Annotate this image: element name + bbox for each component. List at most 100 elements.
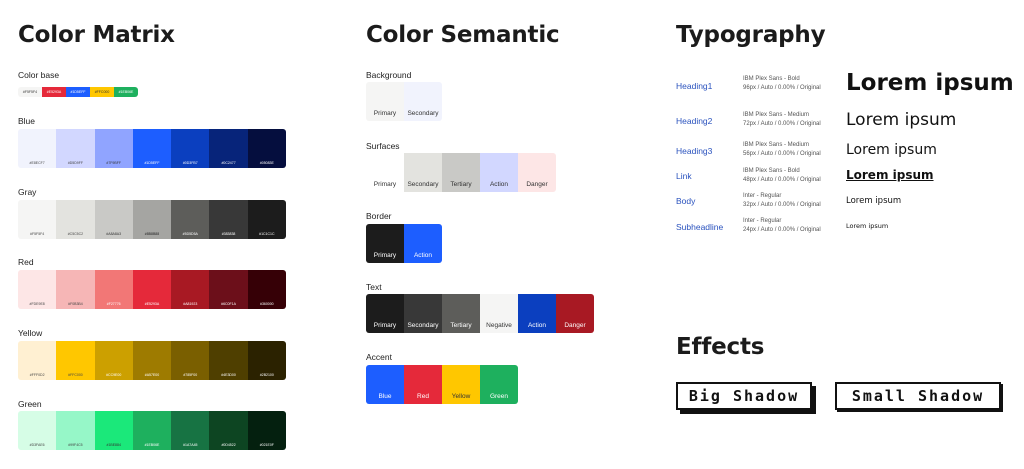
type-meta: Inter - Regular 24px / Auto / 0.00% / Or…	[743, 217, 821, 235]
semantic-swatch: Yellow	[442, 365, 480, 404]
semantic-swatch-label: Negative	[486, 322, 512, 329]
typography-title: Typography	[676, 22, 826, 48]
semantic-swatch: Secondary	[404, 82, 442, 121]
swatch-code: #99F4C5	[68, 443, 83, 447]
semantic-swatch: Negative	[480, 294, 518, 333]
type-spec: 48px / Auto / 0.00% / Original	[743, 177, 821, 183]
ramp-label: Blue	[18, 116, 36, 126]
type-spec: 32px / Auto / 0.00% / Original	[743, 202, 821, 208]
semantic-swatch: Primary	[366, 224, 404, 263]
color-swatch: #E8ECF7	[18, 129, 57, 168]
swatch-code: #FFF0D2	[29, 373, 45, 377]
color-swatch: #99F4C5	[56, 411, 95, 450]
semantic-group-label: Surfaces	[366, 141, 400, 151]
swatch-code: #E5293A	[144, 302, 160, 306]
semantic-swatch-label: Yellow	[451, 393, 471, 400]
color-swatch: #2B2100	[247, 341, 286, 380]
type-font: IBM Plex Sans - Bold	[743, 168, 800, 174]
base-swatch: #F5F5F4	[18, 87, 42, 97]
color-swatch: #1D5EFF	[132, 129, 172, 168]
swatch-code: #1BE884	[106, 443, 121, 447]
swatch-code: #6C0F1A	[221, 302, 236, 306]
semantic-swatch-label: Action	[413, 252, 433, 259]
semantic-swatch-label: Tertiary	[450, 181, 472, 188]
type-name[interactable]: Link	[676, 171, 692, 181]
ramp-gray: #F5F5F4 #C5C5C2 #A8A8A3 #8B8B88 #5D5D5A #3838…	[18, 200, 286, 239]
color-swatch: #7F9BFF	[94, 129, 133, 168]
type-sample-link[interactable]: Lorem ipsum	[846, 168, 934, 182]
color-swatch: #1C1C1C	[247, 200, 286, 239]
color-swatch: #FFC000	[56, 341, 95, 380]
swatch-code: #1A7A45	[183, 443, 198, 447]
semantic-swatch: Action	[518, 294, 556, 333]
color-swatch: #8B8B88	[132, 200, 172, 239]
color-matrix-title: Color Matrix	[18, 22, 175, 48]
semantic-swatch-label: Secondary	[407, 181, 439, 188]
color-swatch: #0D3FB7	[171, 129, 210, 168]
type-font: IBM Plex Sans - Medium	[743, 142, 810, 148]
semantic-swatch: Primary	[366, 153, 404, 192]
semantic-swatch: Danger	[556, 294, 594, 333]
type-spec: 56px / Auto / 0.00% / Original	[743, 151, 821, 157]
color-swatch: #5D5D5A	[171, 200, 210, 239]
color-swatch: #CC9E00	[94, 341, 133, 380]
color-swatch: #1A7A45	[171, 411, 210, 450]
base-swatch: #1EB06E	[114, 87, 138, 97]
base-swatch: #FFC000	[90, 87, 114, 97]
type-font: IBM Plex Sans - Medium	[743, 112, 810, 118]
swatch-code: #021E0F	[259, 443, 274, 447]
type-font: IBM Plex Sans - Bold	[743, 76, 800, 82]
ramp-label: Red	[18, 257, 34, 267]
semantic-swatch-label: Action	[489, 181, 509, 188]
big-shadow-button[interactable]: Big Shadow	[676, 382, 812, 410]
color-swatch: #6C0F1A	[209, 270, 248, 309]
type-meta: Inter - Regular 32px / Auto / 0.00% / Or…	[743, 192, 821, 210]
semantic-swatch: Secondary	[404, 153, 442, 192]
semantic-swatch-label: Green	[489, 393, 509, 400]
color-swatch: #021E0F	[247, 411, 286, 450]
ramp-green: #D3FAE6 #99F4C5 #1BE884 #1EB06E #1A7A45 #0D45…	[18, 411, 286, 450]
swatch-code: #F0B3B4	[68, 302, 83, 306]
type-sample: Lorem ipsum	[846, 142, 937, 158]
semantic-swatch-label: Red	[417, 393, 429, 400]
semantic-swatch: Blue	[366, 365, 404, 404]
swatch-code: #0C2477	[221, 161, 236, 165]
color-swatch: #D5D9FF	[56, 129, 95, 168]
swatch-code: #7F9BFF	[106, 161, 121, 165]
swatch-code: #8B8B88	[144, 232, 160, 236]
color-swatch: #05083E	[247, 129, 286, 168]
color-semantic-title: Color Semantic	[366, 22, 560, 48]
semantic-swatch: Secondary	[404, 294, 442, 333]
color-swatch: #1EB06E	[132, 411, 172, 450]
swatch-code: #0D3FB7	[182, 161, 198, 165]
semantic-accent: Blue Red Yellow Green	[366, 365, 518, 404]
swatch-code: #CC9E00	[106, 373, 122, 377]
ramp-label: Yellow	[18, 328, 43, 338]
ramp-label: Green	[18, 399, 42, 409]
swatch-code: #A81923	[183, 302, 198, 306]
type-name: Heading2	[676, 116, 713, 126]
base-swatch: #1D5EFF	[66, 87, 90, 97]
semantic-swatch: Green	[480, 365, 518, 404]
color-swatch: #0C2477	[209, 129, 248, 168]
swatch-code: #D3FAE6	[29, 443, 45, 447]
ramp-label: Gray	[18, 187, 37, 197]
ramp-blue: #E8ECF7 #D5D9FF #7F9BFF #1D5EFF #0D3FB7 #0C24…	[18, 129, 286, 168]
color-swatch: #0D4522	[209, 411, 248, 450]
swatch-code: #5D5D5A	[182, 232, 198, 236]
color-swatch: #A81923	[171, 270, 210, 309]
swatch-code: #FDE9E8	[29, 302, 45, 306]
type-name: Heading3	[676, 146, 713, 156]
swatch-code: #4E3D00	[221, 373, 236, 377]
semantic-surfaces: Primary Secondary Tertiary Action Danger	[366, 153, 556, 192]
swatch-code: #D5D9FF	[67, 161, 83, 165]
swatch-code: #1D5EFF	[144, 161, 160, 165]
color-swatch: #383838	[209, 200, 248, 239]
color-swatch: #A57E00	[132, 341, 172, 380]
swatch-code: #A8A8A3	[106, 232, 122, 236]
type-name: Heading1	[676, 81, 713, 91]
type-spec: 24px / Auto / 0.00% / Original	[743, 227, 821, 233]
semantic-swatch-label: Blue	[378, 393, 392, 400]
small-shadow-button[interactable]: Small Shadow	[835, 382, 1001, 410]
swatch-code: #1EB06E	[144, 443, 160, 447]
